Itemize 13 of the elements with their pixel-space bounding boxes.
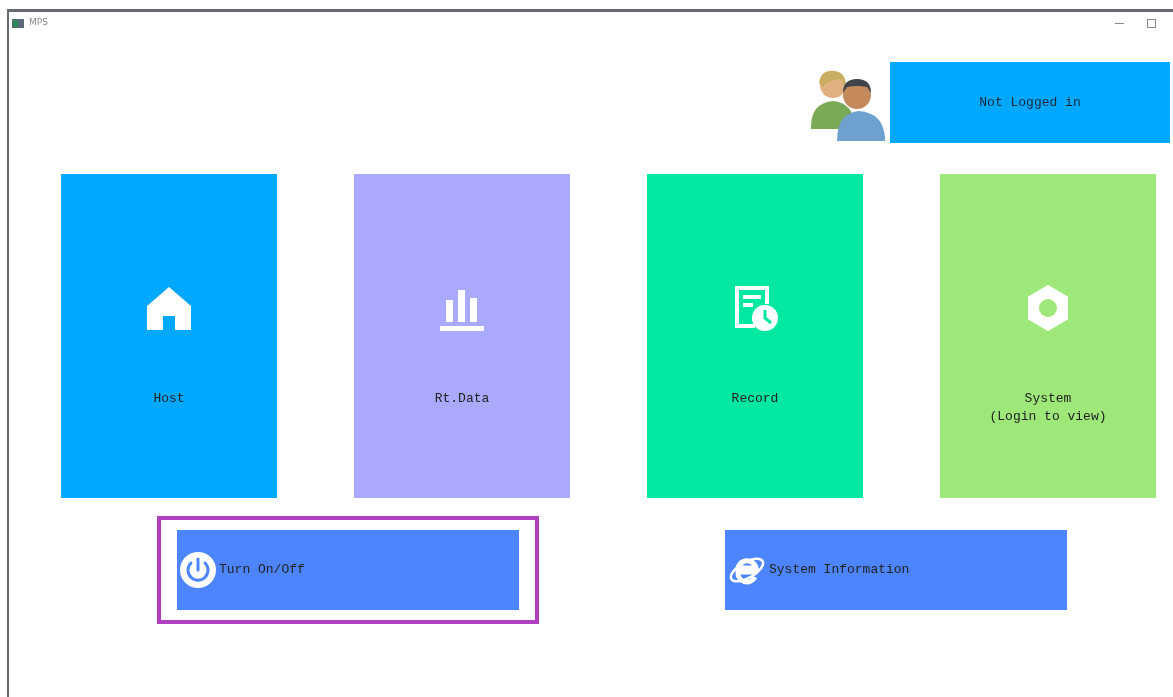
action-button[interactable]: Turn On/Off [177, 530, 519, 610]
home-icon [145, 284, 193, 332]
app-icon [12, 18, 24, 28]
power-icon [179, 551, 217, 589]
menu-tile[interactable]: Host [61, 174, 277, 498]
menu-tile[interactable]: Record [647, 174, 863, 498]
maximize-button[interactable] [1147, 18, 1156, 28]
login-status-text: Not Logged in [979, 93, 1081, 112]
window-title: MPS [29, 16, 48, 30]
menu-tile[interactable]: Rt.Data [354, 174, 570, 498]
login-status-panel[interactable]: Not Logged in [890, 62, 1170, 143]
menu-tile[interactable]: System (Login to view) [940, 174, 1156, 498]
action-button[interactable]: System Information [725, 530, 1067, 610]
